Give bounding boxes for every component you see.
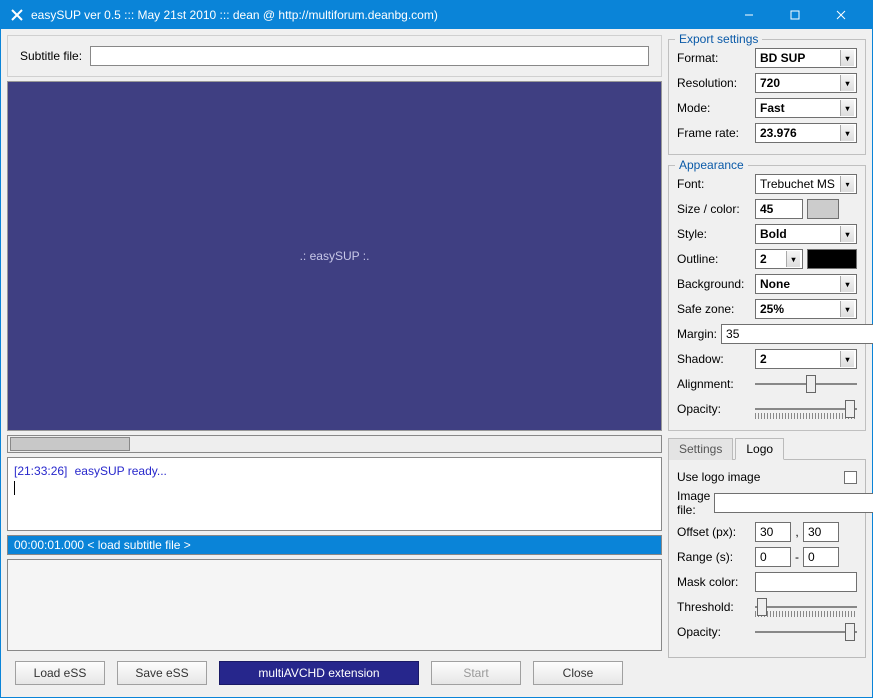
load-ess-button[interactable]: Load eSS	[15, 661, 105, 685]
opacity-slider[interactable]	[755, 399, 857, 419]
preview-area: .: easySUP :.	[7, 81, 662, 431]
mask-color-swatch[interactable]	[755, 572, 857, 592]
log-timestamp: [21:33:26]	[14, 464, 67, 478]
use-logo-label: Use logo image	[677, 470, 840, 484]
preview-text: .: easySUP :.	[300, 249, 370, 263]
mode-select[interactable]: Fast▾	[755, 98, 857, 118]
mask-label: Mask color:	[677, 575, 751, 589]
resolution-select[interactable]: 720▾	[755, 73, 857, 93]
imagefile-label: Image file:	[677, 489, 710, 517]
range-to-input[interactable]	[803, 547, 839, 567]
minimize-button[interactable]	[726, 1, 772, 29]
shadow-select[interactable]: 2▾	[755, 349, 857, 369]
margin-label: Margin:	[677, 327, 717, 341]
imagefile-input[interactable]	[714, 493, 873, 513]
export-settings-title: Export settings	[675, 32, 762, 46]
alignment-slider[interactable]	[755, 374, 857, 394]
log-cursor	[14, 481, 15, 495]
chevron-down-icon: ▾	[840, 125, 854, 141]
range-separator: -	[795, 550, 799, 564]
chevron-down-icon: ▾	[840, 50, 854, 66]
safezone-label: Safe zone:	[677, 302, 751, 316]
size-color-label: Size / color:	[677, 202, 751, 216]
start-button[interactable]: Start	[431, 661, 521, 685]
timeline-scrollbar[interactable]	[7, 435, 662, 453]
tab-settings[interactable]: Settings	[668, 438, 733, 460]
format-label: Format:	[677, 51, 751, 65]
shadow-label: Shadow:	[677, 352, 751, 366]
outline-select[interactable]: 2▾	[755, 249, 803, 269]
chevron-down-icon: ▾	[786, 251, 800, 267]
export-settings-group: Export settings Format: BD SUP▾ Resoluti…	[668, 39, 866, 155]
logo-opacity-slider[interactable]	[755, 622, 857, 642]
subtitle-file-panel: Subtitle file:	[7, 35, 662, 77]
font-label: Font:	[677, 177, 751, 191]
mode-label: Mode:	[677, 101, 751, 115]
logo-opacity-label: Opacity:	[677, 625, 751, 639]
window-title: easySUP ver 0.5 ::: May 21st 2010 ::: de…	[31, 8, 726, 22]
multiavchd-button[interactable]: multiAVCHD extension	[219, 661, 419, 685]
range-from-input[interactable]	[755, 547, 791, 567]
threshold-slider[interactable]	[755, 597, 857, 617]
range-label: Range (s):	[677, 550, 751, 564]
subtitle-file-label: Subtitle file:	[20, 49, 82, 63]
appearance-group: Appearance Font: Trebuchet MS▾ Size / co…	[668, 165, 866, 431]
log-message: easySUP ready...	[75, 464, 167, 478]
offset-separator: ,	[795, 525, 799, 539]
style-label: Style:	[677, 227, 751, 241]
log-area: [21:33:26] easySUP ready...	[7, 457, 662, 531]
subtitle-file-input[interactable]	[90, 46, 649, 66]
chevron-down-icon: ▾	[840, 276, 854, 292]
threshold-label: Threshold:	[677, 600, 751, 614]
safezone-select[interactable]: 25%▾	[755, 299, 857, 319]
chevron-down-icon: ▾	[840, 176, 854, 192]
offset-label: Offset (px):	[677, 525, 751, 539]
chevron-down-icon: ▾	[840, 100, 854, 116]
framerate-label: Frame rate:	[677, 126, 751, 140]
scrollbar-thumb[interactable]	[10, 437, 130, 451]
tab-logo[interactable]: Logo	[735, 438, 784, 460]
background-select[interactable]: None▾	[755, 274, 857, 294]
titlebar: easySUP ver 0.5 ::: May 21st 2010 ::: de…	[1, 1, 872, 29]
subtitle-list-area	[7, 559, 662, 651]
status-bar: 00:00:01.000 < load subtitle file >	[7, 535, 662, 555]
chevron-down-icon: ▾	[840, 226, 854, 242]
chevron-down-icon: ▾	[840, 301, 854, 317]
framerate-select[interactable]: 23.976▾	[755, 123, 857, 143]
status-text: 00:00:01.000 < load subtitle file >	[14, 538, 191, 552]
offset-y-input[interactable]	[803, 522, 839, 542]
app-window: easySUP ver 0.5 ::: May 21st 2010 ::: de…	[0, 0, 873, 698]
chevron-down-icon: ▾	[840, 351, 854, 367]
font-color-swatch[interactable]	[807, 199, 839, 219]
close-app-button[interactable]: Close	[533, 661, 623, 685]
chevron-down-icon: ▾	[840, 75, 854, 91]
offset-x-input[interactable]	[755, 522, 791, 542]
close-button[interactable]	[818, 1, 864, 29]
format-select[interactable]: BD SUP▾	[755, 48, 857, 68]
font-select[interactable]: Trebuchet MS▾	[755, 174, 857, 194]
maximize-button[interactable]	[772, 1, 818, 29]
size-input[interactable]	[755, 199, 803, 219]
background-label: Background:	[677, 277, 751, 291]
style-select[interactable]: Bold▾	[755, 224, 857, 244]
outline-label: Outline:	[677, 252, 751, 266]
outline-color-swatch[interactable]	[807, 249, 857, 269]
tabs-container: Settings Logo Use logo image Image file:…	[668, 437, 866, 658]
bottom-button-row: Load eSS Save eSS multiAVCHD extension S…	[7, 655, 662, 691]
app-icon	[9, 7, 25, 23]
use-logo-checkbox[interactable]	[844, 471, 857, 484]
save-ess-button[interactable]: Save eSS	[117, 661, 207, 685]
margin-input[interactable]	[721, 324, 873, 344]
opacity-label: Opacity:	[677, 402, 751, 416]
appearance-title: Appearance	[675, 158, 748, 172]
resolution-label: Resolution:	[677, 76, 751, 90]
logo-tab-content: Use logo image Image file: Offset (px): …	[668, 460, 866, 658]
alignment-label: Alignment:	[677, 377, 751, 391]
